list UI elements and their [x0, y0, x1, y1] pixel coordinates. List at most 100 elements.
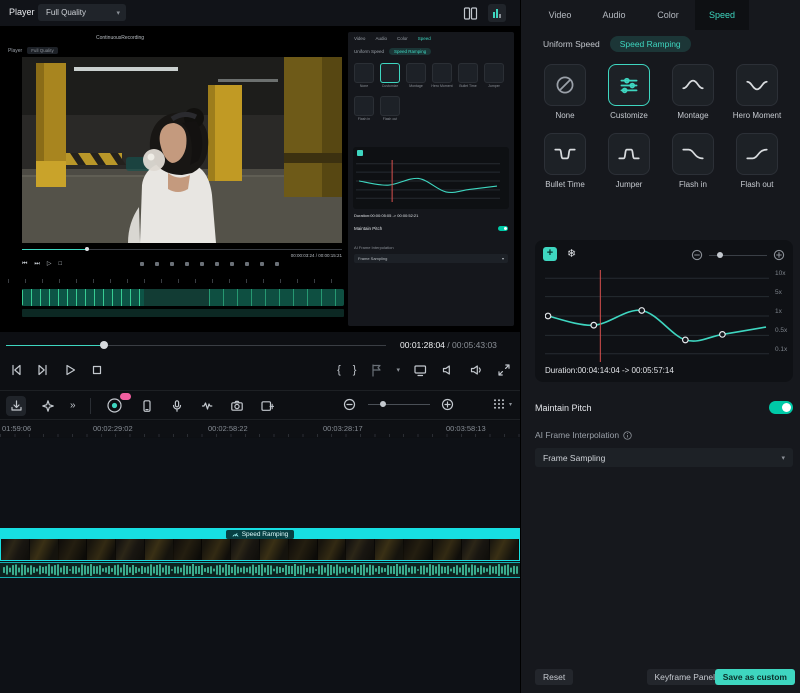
axis-label: 5x	[775, 289, 782, 296]
clip-thumbnail	[433, 539, 462, 560]
clip-label: Speed Ramping	[242, 531, 289, 538]
speed-ramping-presets: None Customize Montage Hero Moment Bulle…	[533, 64, 789, 190]
second-screen-icon[interactable]	[412, 362, 428, 378]
frame-sampling-select[interactable]: Frame Sampling ▾	[535, 448, 793, 467]
audio-clip[interactable]	[0, 562, 520, 578]
tab-audio[interactable]: Audio	[587, 0, 641, 30]
clip-thumbnail	[260, 539, 289, 560]
keyframe-dot[interactable]	[545, 313, 551, 319]
recording-maintain-pitch: Maintain Pitch	[354, 226, 508, 231]
preset-hero-moment[interactable]: Hero Moment	[725, 64, 789, 121]
video-preview[interactable]: ContinuousRecording Export Player Full Q…	[0, 26, 520, 332]
keyframe-panel-button[interactable]: Keyframe Panel	[647, 669, 723, 685]
effects-button[interactable]	[40, 398, 56, 414]
clip-thumbnail	[30, 539, 59, 560]
record-button[interactable]	[105, 396, 125, 416]
chevron-down-icon[interactable]: ▾	[396, 366, 400, 374]
ruler-label: 00:02:58:22	[208, 424, 248, 433]
timeline-ruler[interactable]: 01:59:06 00:02:29:02 00:02:58:22 00:03:2…	[0, 421, 520, 437]
current-time: 00:01:28:04	[400, 340, 445, 350]
previous-frame-button[interactable]	[8, 362, 24, 378]
seek-handle[interactable]	[100, 341, 108, 349]
recording-frame-sampling: Frame Sampling▾	[354, 254, 508, 263]
graph-controls: + ❄	[543, 247, 785, 262]
flash-out-curve-icon	[744, 141, 770, 167]
subtab-uniform-speed[interactable]: Uniform Speed	[543, 39, 600, 49]
reset-button[interactable]: Reset	[535, 669, 573, 685]
axis-label: 10x	[775, 270, 785, 277]
recording-speed-panel: Video Audio Color Speed Uniform Speed Sp…	[348, 32, 514, 326]
tab-color[interactable]: Color	[641, 0, 695, 30]
voice-changer-button[interactable]	[199, 398, 215, 414]
speedometer-icon	[232, 531, 239, 538]
preset-flash-in[interactable]: Flash in	[661, 133, 725, 190]
graph-zoom-in-icon[interactable]	[773, 249, 785, 261]
graph-zoom-out-icon[interactable]	[691, 249, 703, 261]
freeze-frame-icon[interactable]: ❄	[567, 248, 576, 261]
phone-mirror-button[interactable]	[139, 398, 155, 414]
clip-thumbnail	[346, 539, 375, 560]
preset-bullet-time[interactable]: Bullet Time	[533, 133, 597, 190]
preset-jumper[interactable]: Jumper	[597, 133, 661, 190]
import-media-button[interactable]	[6, 396, 26, 416]
subtab-speed-ramping[interactable]: Speed Ramping	[610, 36, 691, 52]
add-keyframe-button[interactable]: +	[543, 247, 557, 261]
keyframe-dot[interactable]	[639, 308, 645, 314]
clip-thumbnail	[202, 539, 231, 560]
more-tools-button[interactable]: »	[70, 400, 76, 411]
properties-panel: Video Audio Color Speed Uniform Speed Sp…	[520, 0, 800, 693]
recording-tabs: Video Audio Color Speed	[354, 36, 431, 41]
ai-frame-label: AI Frame Interpolation	[535, 430, 619, 440]
audio-meter-icon[interactable]	[488, 4, 506, 22]
track-view-button[interactable]: ▾	[492, 397, 512, 411]
play-button[interactable]	[62, 362, 78, 378]
zoom-out-button[interactable]	[342, 396, 358, 412]
zoom-in-button[interactable]	[440, 396, 456, 412]
recording-transport: ⏮⏭▷□	[22, 261, 62, 267]
preset-label: Hero Moment	[733, 111, 781, 121]
quality-select[interactable]: Full Quality ▾	[38, 4, 126, 21]
graph-zoom-slider[interactable]	[709, 251, 767, 259]
render-flag-icon[interactable]	[368, 362, 384, 378]
bullet-time-curve-icon	[552, 141, 578, 167]
axis-label: 0.5x	[775, 327, 787, 334]
add-marker-button[interactable]	[259, 398, 275, 414]
voiceover-mic-button[interactable]	[169, 398, 185, 414]
info-icon[interactable]	[623, 431, 632, 440]
transport-controls	[8, 362, 105, 378]
stop-button[interactable]	[89, 362, 105, 378]
toolbar-right: ▾	[342, 396, 512, 412]
maintain-pitch-toggle[interactable]	[769, 401, 793, 414]
save-as-custom-button[interactable]: Save as custom	[715, 669, 795, 685]
mute-icon[interactable]	[440, 362, 456, 378]
preset-customize[interactable]: Customize	[597, 64, 661, 121]
clip-thumbnails	[1, 539, 519, 560]
fullscreen-icon[interactable]	[496, 362, 512, 378]
timeline-zoom-slider[interactable]	[368, 399, 430, 409]
snapshot-button[interactable]	[229, 398, 245, 414]
preset-montage[interactable]: Montage	[661, 64, 725, 121]
preset-none[interactable]: None	[533, 64, 597, 121]
speed-ramping-banner[interactable]: Speed Ramping	[1, 529, 519, 539]
keyframe-dot[interactable]	[683, 337, 689, 343]
timeline-area[interactable]: Speed Ramping	[0, 438, 520, 693]
video-clip[interactable]: Speed Ramping	[0, 528, 520, 561]
seek-bar[interactable]	[6, 340, 386, 350]
keyframe-dot[interactable]	[720, 332, 726, 338]
tab-speed[interactable]: Speed	[695, 0, 749, 30]
tab-video[interactable]: Video	[533, 0, 587, 30]
mark-out-button[interactable]: }	[353, 362, 357, 378]
layout-columns-icon[interactable]	[463, 6, 478, 21]
volume-icon[interactable]	[468, 362, 484, 378]
next-frame-button[interactable]	[35, 362, 51, 378]
clip-thumbnail	[174, 539, 203, 560]
speed-curve[interactable]	[545, 270, 769, 362]
mark-in-button[interactable]: {	[337, 362, 341, 378]
preset-flash-out[interactable]: Flash out	[725, 133, 789, 190]
clip-thumbnail	[1, 539, 30, 560]
ruler-ticks	[0, 434, 520, 437]
recording-title: ContinuousRecording	[96, 35, 144, 41]
recording-quality: Full Quality	[27, 47, 58, 54]
keyframe-dot[interactable]	[591, 322, 597, 328]
preset-label: Jumper	[616, 180, 643, 190]
